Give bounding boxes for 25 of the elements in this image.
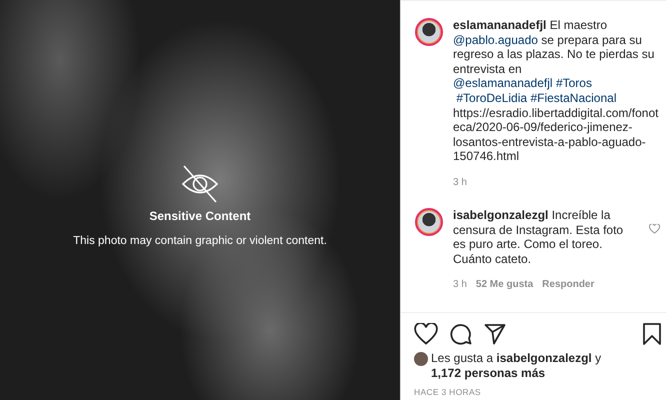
tag-link[interactable]: #Toros [556,76,592,90]
likes-text: Les gusta a isabelgonzalezgl y 1,172 personas más [431,351,602,382]
warning-message: This photo may contain graphic or violent content. [73,235,327,247]
caption-text: eslamananadefjl El maestro @pablo.aguado se prepara para su regreso a las plazas. No te pierdas su entrevista en @eslamananadefjl #Toros #ToroDeLidia #FiestaNacional https://esradio.libertaddigital.com/fonoteca/2020-06-09/federico-jimenez-losantos-entrevista-a-pablo-aguado-150746.html [453,18,660,164]
comment-time: 3 h [453,279,467,290]
bookmark-icon[interactable] [643,323,661,346]
caption-time: 3 h [453,176,467,188]
avatar-photo [415,208,443,236]
username-link[interactable]: isabelgonzalezgl [496,351,592,366]
others-link[interactable]: 1,172 personas más [431,366,546,380]
tag-link[interactable]: #FiestaNacional [530,90,616,105]
comment-icon[interactable] [450,323,472,346]
eye-slash-icon [180,163,220,203]
avatar-photo [415,18,443,46]
tag-link[interactable]: #ToroDeLidia [456,90,528,105]
post-time: HACE 3 HORAS [413,386,482,400]
heart-icon[interactable] [414,323,438,346]
send-icon[interactable] [484,323,506,346]
warning-title: Sensitive Content [149,209,251,223]
tag-link[interactable]: @eslamananadefjl [453,76,553,90]
avatar-photo [414,352,428,366]
username-link[interactable]: isabelgonzalezgl [453,208,548,222]
comment-text: isabelgonzalezgl Increíble la censura de Instagram. Esta foto es puro arte. Como el toreo. Cuánto cateto. [453,208,624,266]
tag-link[interactable]: @pablo.aguado [453,32,538,47]
username-link[interactable]: eslamananadefjl [453,18,546,32]
